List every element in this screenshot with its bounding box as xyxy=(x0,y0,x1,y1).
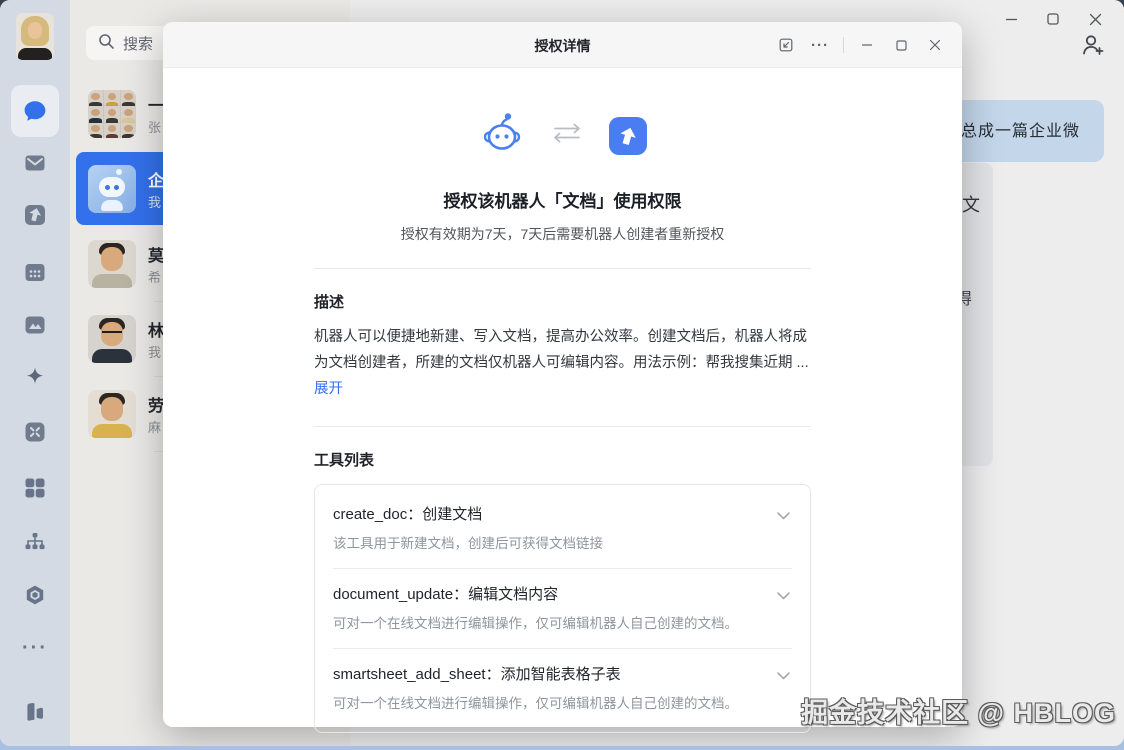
window-maximize-button[interactable] xyxy=(1032,6,1074,32)
app-window: ··· 搜索 一 张 企 我 莫 希 林 我 劳 麻 汇总成一篇企业微 文 得 … xyxy=(0,0,1124,746)
description-paragraph: 机器人可以便捷地新建、写入文档，提高办公效率。创建文档后，机器人将成为文档创建者… xyxy=(314,324,811,402)
nav-ai[interactable] xyxy=(13,356,57,400)
tool-description: 可对一个在线文档进行编辑操作，仅可编辑机器人自己创建的文档。 xyxy=(333,696,738,711)
gallery-icon xyxy=(23,313,47,337)
chat-preview: 张 xyxy=(148,120,162,135)
watermark: 掘金技术社区 @ HBLOG xyxy=(801,698,1116,728)
chat-preview: 希 xyxy=(148,270,162,285)
chat-name: 林 xyxy=(148,323,165,340)
open-in-window-icon[interactable] xyxy=(769,30,803,60)
exchange-arrows-icon xyxy=(549,119,585,152)
tool-name: create_doc：创建文档 xyxy=(333,506,483,523)
workplace-grid-icon xyxy=(23,476,47,500)
desktop: ··· 搜索 一 张 企 我 莫 希 林 我 劳 麻 汇总成一篇企业微 文 得 … xyxy=(0,0,1124,750)
more-ellipsis-icon: ··· xyxy=(22,636,48,659)
tool-name: smartsheet_add_sheet：添加智能表格子表 xyxy=(333,666,621,683)
nav-messages[interactable] xyxy=(11,85,59,137)
divider xyxy=(314,268,811,269)
nav-workplace[interactable] xyxy=(13,466,57,510)
docs-arrow-icon xyxy=(23,203,47,227)
user-avatar[interactable] xyxy=(16,13,54,60)
robot-avatar xyxy=(88,165,136,213)
chat-preview: 麻 xyxy=(148,420,162,435)
nav-calendar[interactable] xyxy=(13,250,57,294)
description-label: 描述 xyxy=(314,294,345,311)
modal-close-button[interactable] xyxy=(918,30,952,60)
tools-label: 工具列表 xyxy=(314,452,375,469)
modal-minimize-button[interactable] xyxy=(850,30,884,60)
chat-name: 莫 xyxy=(148,248,165,265)
chevron-down-icon[interactable] xyxy=(777,587,790,605)
authorization-subheading: 授权有效期为7天，7天后需要机器人创建者重新授权 xyxy=(400,226,725,242)
tool-row: smartsheet_add_sheet：添加智能表格子表 可对一个在线文档进行… xyxy=(333,648,792,728)
modal-controls: ··· xyxy=(769,22,952,68)
window-minimize-button[interactable] xyxy=(990,6,1032,32)
robot-icon xyxy=(479,110,525,161)
divider xyxy=(843,37,844,53)
modal-body: 授权该机器人「文档」使用权限 授权有效期为7天，7天后需要机器人创建者重新授权 … xyxy=(314,68,811,746)
search-placeholder: 搜索 xyxy=(123,35,154,53)
avatar-face xyxy=(28,22,42,39)
nav-rail: ··· xyxy=(0,0,70,746)
sparkle-icon xyxy=(22,365,48,391)
nav-docs[interactable] xyxy=(13,193,57,237)
nav-contacts[interactable] xyxy=(13,520,57,564)
mail-icon xyxy=(23,151,47,175)
nav-video-meeting[interactable] xyxy=(13,410,57,454)
person-avatar xyxy=(88,390,136,438)
video-meeting-icon xyxy=(23,420,47,444)
chevron-down-icon[interactable] xyxy=(777,667,790,685)
person-avatar xyxy=(88,240,136,288)
nav-gallery[interactable] xyxy=(13,303,57,347)
authorization-icon-row xyxy=(314,110,811,161)
card-text-fragment: 文 xyxy=(962,195,980,215)
nav-mail[interactable] xyxy=(13,141,57,185)
expand-link[interactable]: 展开 xyxy=(314,381,343,397)
tool-list: create_doc：创建文档 该工具用于新建文档，创建后可获得文档链接 doc… xyxy=(314,484,811,733)
chat-preview: 我 xyxy=(148,195,162,210)
book-icon xyxy=(22,699,48,725)
authorization-heading: 授权该机器人「文档」使用权限 xyxy=(443,192,682,211)
tool-row: create_doc：创建文档 该工具用于新建文档，创建后可获得文档链接 xyxy=(333,489,792,568)
cube-icon xyxy=(23,583,47,607)
calendar-icon xyxy=(23,260,47,284)
tool-name: document_update：编辑文档内容 xyxy=(333,586,559,603)
tool-description: 该工具用于新建文档，创建后可获得文档链接 xyxy=(333,536,603,551)
tool-description: 可对一个在线文档进行编辑操作，仅可编辑机器人自己创建的文档。 xyxy=(333,616,738,631)
authorization-modal: 授权详情 ··· 授权该机器人「文档」使用权限 授权有效期为7天，7天后需要机器… xyxy=(163,22,962,733)
modal-titlebar: 授权详情 ··· xyxy=(163,22,962,68)
nav-knowledge-base[interactable] xyxy=(13,690,57,734)
chat-name: 一 xyxy=(148,98,165,115)
tool-row: document_update：编辑文档内容 可对一个在线文档进行编辑操作，仅可… xyxy=(333,568,792,648)
nav-open-platform[interactable] xyxy=(13,573,57,617)
modal-maximize-button[interactable] xyxy=(884,30,918,60)
add-contact-icon[interactable] xyxy=(1074,28,1110,62)
chevron-down-icon[interactable] xyxy=(777,507,790,525)
person-avatar xyxy=(88,315,136,363)
chat-preview: 我 xyxy=(148,345,162,360)
chat-bubble-icon xyxy=(22,98,48,124)
divider xyxy=(314,426,811,427)
group-avatar xyxy=(88,90,136,138)
search-icon xyxy=(98,33,115,54)
avatar-shirt xyxy=(18,48,52,60)
modal-more-icon[interactable]: ··· xyxy=(803,30,837,60)
description-text: 机器人可以便捷地新建、写入文档，提高办公效率。创建文档后，机器人将成为文档创建者… xyxy=(314,329,809,371)
message-text: 汇总成一篇企业微 xyxy=(944,123,1081,140)
docs-app-icon xyxy=(608,116,647,155)
nav-more[interactable]: ··· xyxy=(13,626,57,670)
chat-name: 劳 xyxy=(148,398,165,415)
chat-name: 企 xyxy=(148,173,165,190)
org-chart-icon xyxy=(23,530,47,554)
